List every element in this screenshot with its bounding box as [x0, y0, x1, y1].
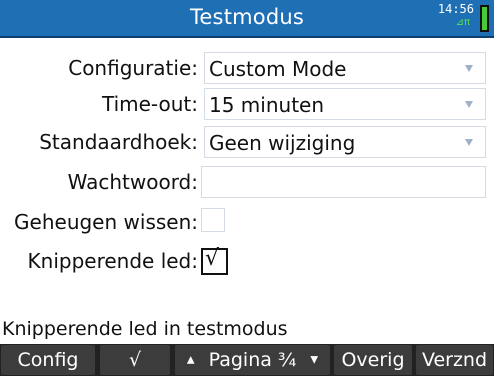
config-row: Configuratie: Custom Mode	[0, 52, 494, 88]
config-dropdown[interactable]: Custom Mode	[204, 52, 486, 84]
memory-row: Geheugen wissen:	[0, 206, 494, 242]
battery-icon	[480, 5, 489, 32]
password-row: Wachtwoord:	[0, 166, 494, 202]
angle-value: Geen wijziging	[209, 131, 356, 155]
led-row: Knipperende led: √	[0, 245, 494, 281]
soft-menu-bar: Config √ ▲ Pagina ¾ ▼ Overig Verznd	[0, 344, 494, 376]
config-softkey[interactable]: Config	[1, 345, 95, 375]
timeout-value: 15 minuten	[209, 93, 325, 117]
page-up-icon: ▲	[186, 354, 195, 366]
config-value: Custom Mode	[209, 57, 347, 81]
dropdown-arrow-icon	[465, 65, 473, 72]
help-text: Knipperende led in testmodus	[2, 318, 288, 340]
checkmark-icon: √	[205, 246, 220, 271]
test-mode-screen: Testmodus 14:56 ⊿π Configuratie: Custom …	[0, 0, 494, 376]
memory-checkbox[interactable]	[201, 208, 225, 232]
password-input[interactable]	[201, 166, 486, 198]
dropdown-arrow-icon	[465, 139, 473, 146]
led-label: Knipperende led:	[27, 249, 198, 273]
angle-row: Standaardhoek: Geen wijziging	[0, 126, 494, 162]
angle-label: Standaardhoek:	[39, 130, 198, 154]
angle-dropdown[interactable]: Geen wijziging	[204, 126, 486, 158]
timeout-label: Time-out:	[101, 92, 198, 116]
page-softkey[interactable]: ▲ Pagina ¾ ▼	[175, 345, 330, 375]
screen-title: Testmodus	[189, 5, 305, 29]
angle-indicator: ⊿π	[455, 17, 470, 28]
timeout-row: Time-out: 15 minuten	[0, 88, 494, 124]
password-label: Wachtwoord:	[67, 170, 198, 194]
clock: 14:56	[437, 2, 474, 16]
check-softkey[interactable]: √	[100, 345, 170, 375]
dropdown-arrow-icon	[465, 101, 473, 108]
led-checkbox[interactable]: √	[201, 246, 228, 275]
config-label: Configuratie:	[68, 56, 198, 80]
page-label: Pagina ¾	[208, 349, 297, 371]
timeout-dropdown[interactable]: 15 minuten	[204, 88, 486, 120]
other-softkey[interactable]: Overig	[334, 345, 412, 375]
title-bar: Testmodus 14:56 ⊿π	[0, 0, 494, 38]
send-softkey[interactable]: Verznd	[416, 345, 493, 375]
memory-label: Geheugen wissen:	[14, 210, 198, 234]
page-down-icon: ▼	[310, 354, 319, 366]
